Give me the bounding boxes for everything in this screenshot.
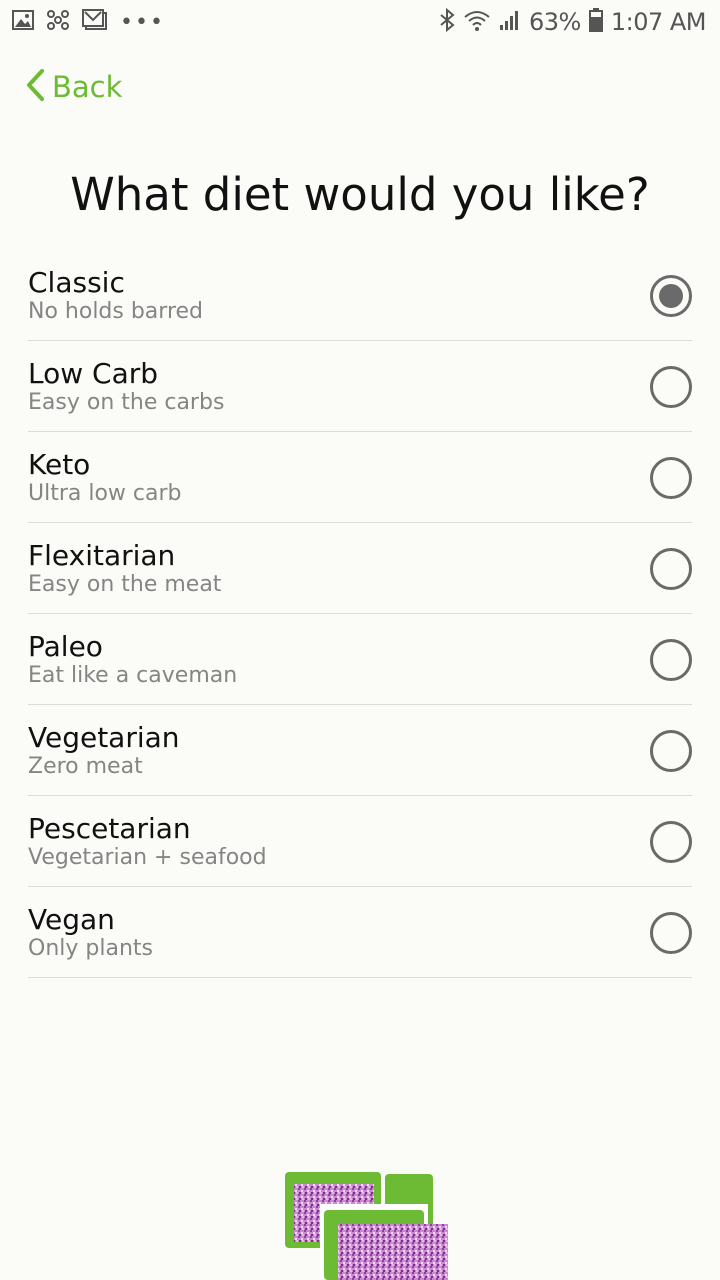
- diet-description: No holds barred: [28, 299, 204, 324]
- clock: 1:07 AM: [610, 8, 707, 36]
- diet-description: Ultra low carb: [28, 481, 182, 506]
- diet-description: Eat like a caveman: [28, 663, 238, 688]
- diet-name: Paleo: [28, 630, 103, 663]
- diet-description: Easy on the meat: [28, 572, 222, 597]
- stacked-cards-graphic: [280, 1164, 460, 1280]
- diet-description: Easy on the carbs: [28, 390, 225, 415]
- diet-option-vegetarian[interactable]: Vegetarian Zero meat: [28, 705, 692, 796]
- diet-name: Low Carb: [28, 357, 159, 390]
- diet-option-classic[interactable]: Classic No holds barred: [28, 250, 692, 341]
- wifi-icon: [463, 8, 491, 36]
- bluetooth-icon: [439, 7, 455, 36]
- diet-name: Classic: [28, 266, 125, 299]
- diet-option-flexitarian[interactable]: Flexitarian Easy on the meat: [28, 523, 692, 614]
- status-bar: ••• 63% 1:07 AM: [0, 0, 720, 44]
- diet-list: Classic No holds barred Low Carb Easy on…: [28, 250, 692, 978]
- back-label: Back: [52, 70, 123, 104]
- diet-name: Pescetarian: [28, 812, 191, 845]
- chevron-left-icon: [24, 68, 46, 106]
- battery-percent: 63%: [529, 8, 581, 36]
- radio-button[interactable]: [650, 912, 692, 954]
- diet-option-vegan[interactable]: Vegan Only plants: [28, 887, 692, 978]
- diet-name: Vegan: [28, 903, 115, 936]
- diet-option-paleo[interactable]: Paleo Eat like a caveman: [28, 614, 692, 705]
- screen: ••• 63% 1:07 AM Back What diet would you…: [0, 0, 720, 1280]
- diet-option-keto[interactable]: Keto Ultra low carb: [28, 432, 692, 523]
- diet-option-low-carb[interactable]: Low Carb Easy on the carbs: [28, 341, 692, 432]
- page-title: What diet would you like?: [70, 168, 650, 221]
- radio-button[interactable]: [650, 366, 692, 408]
- radio-button[interactable]: [650, 730, 692, 772]
- radio-button[interactable]: [650, 457, 692, 499]
- radio-button[interactable]: [650, 548, 692, 590]
- signal-icon: [499, 9, 521, 35]
- status-left: •••: [12, 9, 165, 35]
- back-button[interactable]: Back: [24, 68, 122, 106]
- radio-button-selected[interactable]: [650, 275, 692, 317]
- battery-icon: [588, 8, 603, 36]
- gmail-icon: [82, 9, 108, 35]
- diet-description: Only plants: [28, 936, 153, 961]
- app-icon: [46, 9, 70, 35]
- diet-name: Vegetarian: [28, 721, 180, 754]
- more-dots-icon: •••: [120, 9, 165, 35]
- diet-name: Keto: [28, 448, 91, 481]
- radio-button[interactable]: [650, 821, 692, 863]
- diet-description: Vegetarian + seafood: [28, 845, 267, 870]
- gallery-icon: [12, 10, 34, 34]
- diet-option-pescetarian[interactable]: Pescetarian Vegetarian + seafood: [28, 796, 692, 887]
- diet-description: Zero meat: [28, 754, 143, 779]
- radio-button[interactable]: [650, 639, 692, 681]
- diet-name: Flexitarian: [28, 539, 176, 572]
- status-right: 63% 1:07 AM: [439, 7, 707, 36]
